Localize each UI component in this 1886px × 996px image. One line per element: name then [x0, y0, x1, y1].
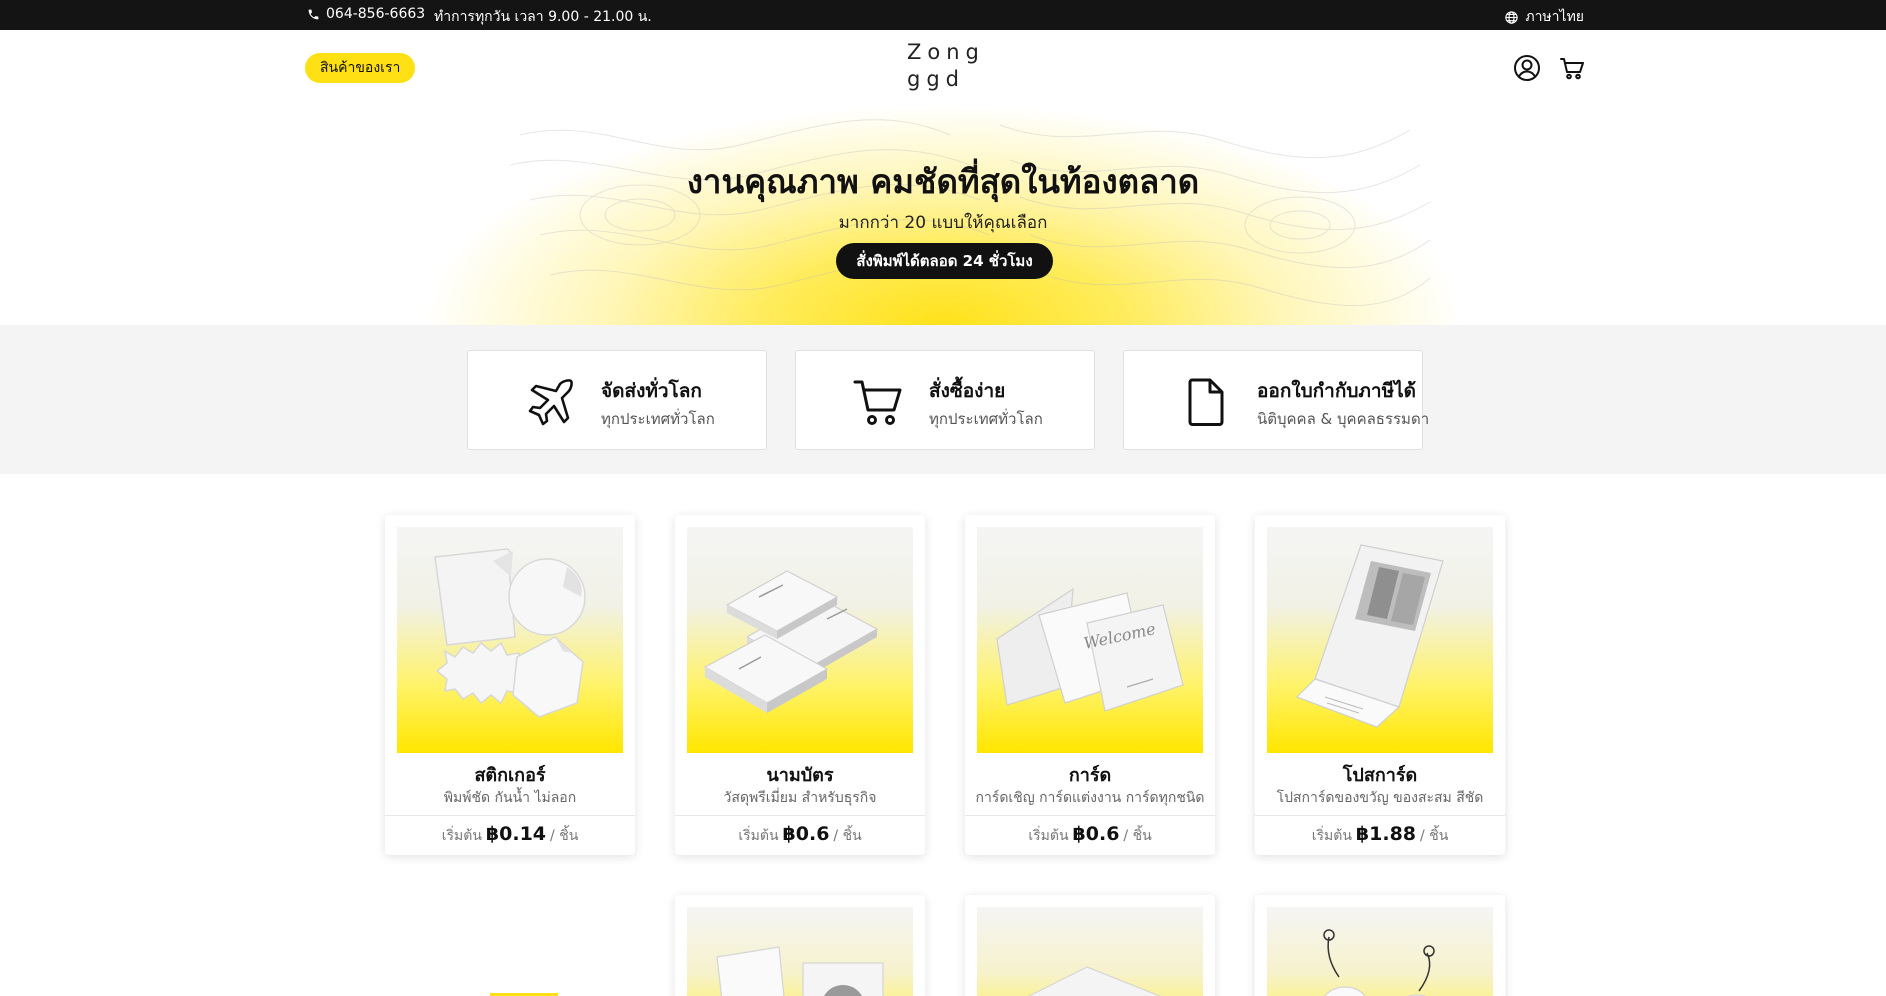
our-products-button[interactable]: สินค้าของเรา [305, 53, 416, 83]
product-image [977, 907, 1203, 996]
product-price: เริ่มต้น ฿0.6/ ชิ้น [675, 823, 925, 847]
price-amount: ฿0.14 [485, 823, 547, 845]
card-divider [385, 815, 635, 816]
hero-banner: งานคุณภาพ คมชัดที่สุดในท้องตลาด มากกว่า … [0, 105, 1886, 325]
logo-line-2: ggd [907, 67, 965, 91]
product-card-partial[interactable] [675, 895, 925, 996]
top-bar: 064-856-6663 ทำการทุกวัน เวลา 9.00 - 21.… [0, 0, 1886, 30]
account-icon[interactable] [1512, 53, 1542, 83]
feature-tax-invoice: ออกใบกำกับภาษีได้ นิติบุคคล & บุคคลธรรมด… [1123, 350, 1429, 450]
product-image-postcard [1267, 527, 1493, 753]
feature-title: สั่งซื้อง่าย [929, 380, 1006, 402]
price-prefix: เริ่มต้น [1311, 828, 1352, 844]
product-name: นามบัตร [766, 765, 834, 786]
feature-title: จัดส่งทั่วโลก [601, 380, 702, 402]
product-price: เริ่มต้น ฿1.88/ ชิ้น [1255, 823, 1505, 847]
product-card-postcard[interactable]: โปสการ์ด โปสการ์ดของขวัญ ของสะสม สีชัด เ… [1255, 515, 1505, 855]
product-image [1267, 907, 1493, 996]
price-prefix: เริ่มต้น [441, 828, 482, 844]
product-card-business-card[interactable]: นามบัตร วัสดุพรีเมี่ยม สำหรับธุรกิจ เริ่… [675, 515, 925, 855]
price-amount: ฿0.6 [1072, 823, 1120, 845]
card-divider [965, 815, 1215, 816]
cart-icon[interactable] [1558, 54, 1586, 82]
product-description: พิมพ์ชัด กันน้ำ ไม่ลอก [443, 790, 577, 806]
product-description: โปสการ์ดของขวัญ ของสะสม สีชัด [1276, 790, 1484, 806]
feature-subtitle: นิติบุคคล & บุคคลธรรมดา [1257, 410, 1430, 428]
globe-icon [1504, 10, 1519, 25]
language-selector[interactable]: ภาษาไทย [1504, 6, 1584, 28]
product-name: โปสการ์ด [1342, 765, 1418, 786]
phone-contact[interactable]: 064-856-6663 [307, 6, 425, 22]
product-description: การ์ดเชิญ การ์ดแต่งงาน การ์ดทุกชนิด [975, 790, 1205, 806]
product-card-greeting-card[interactable]: Welcome การ์ด การ์ดเชิญ การ์ดแต่งงาน การ… [965, 515, 1215, 855]
feature-worldwide-shipping: จัดส่งทั่วโลก ทุกประเทศทั่วโลก [467, 350, 767, 450]
product-image-business-card [687, 527, 913, 753]
feature-title: ออกใบกำกับภาษีได้ [1257, 380, 1417, 402]
features-section: จัดส่งทั่วโลก ทุกประเทศทั่วโลก สั่งซื้อง… [0, 325, 1886, 474]
card-divider [1255, 815, 1505, 816]
product-price: เริ่มต้น ฿0.14/ ชิ้น [385, 823, 635, 847]
price-unit: / ชิ้น [1123, 828, 1152, 844]
price-amount: ฿1.88 [1355, 823, 1417, 845]
price-amount: ฿0.6 [782, 823, 830, 845]
product-price: เริ่มต้น ฿0.6/ ชิ้น [965, 823, 1215, 847]
hero-subtitle: มากกว่า 20 แบบให้คุณเลือก [838, 213, 1048, 233]
product-card-partial[interactable] [965, 895, 1215, 996]
price-unit: / ชิ้น [833, 828, 862, 844]
product-card-partial[interactable] [1255, 895, 1505, 996]
logo-line-1: Zong [907, 40, 985, 64]
product-image-greeting-card: Welcome [977, 527, 1203, 753]
business-hours: ทำการทุกวัน เวลา 9.00 - 21.00 น. [434, 9, 652, 25]
feature-easy-ordering: สั่งซื้อง่าย ทุกประเทศทั่วโลก [795, 350, 1095, 450]
feature-subtitle: ทุกประเทศทั่วโลก [929, 410, 1043, 428]
site-logo[interactable]: Zong ggd [907, 39, 985, 93]
price-prefix: เริ่มต้น [1028, 828, 1069, 844]
document-icon [1180, 376, 1232, 428]
site-header: สินค้าของเรา Zong ggd [0, 30, 1886, 105]
language-label: ภาษาไทย [1525, 9, 1584, 25]
feature-subtitle: ทุกประเทศทั่วโลก [601, 410, 715, 428]
product-card-sticker[interactable]: สติกเกอร์ พิมพ์ชัด กันน้ำ ไม่ลอก เริ่มต้… [385, 515, 635, 855]
product-image [687, 907, 913, 996]
product-description: วัสดุพรีเมี่ยม สำหรับธุรกิจ [723, 790, 877, 806]
order-now-button[interactable]: สั่งพิมพ์ได้ตลอด 24 ชั่วโมง [836, 243, 1053, 279]
airplane-icon [524, 376, 576, 428]
product-image-sticker [397, 527, 623, 753]
hero-title: งานคุณภาพ คมชัดที่สุดในท้องตลาด [686, 162, 1200, 201]
price-unit: / ชิ้น [550, 828, 579, 844]
price-unit: / ชิ้น [1420, 828, 1449, 844]
product-name: การ์ด [1068, 765, 1112, 786]
cart-icon [852, 376, 904, 428]
phone-icon [307, 8, 320, 21]
price-prefix: เริ่มต้น [738, 828, 779, 844]
phone-number: 064-856-6663 [326, 6, 426, 22]
card-divider [675, 815, 925, 816]
product-name: สติกเกอร์ [474, 765, 546, 786]
